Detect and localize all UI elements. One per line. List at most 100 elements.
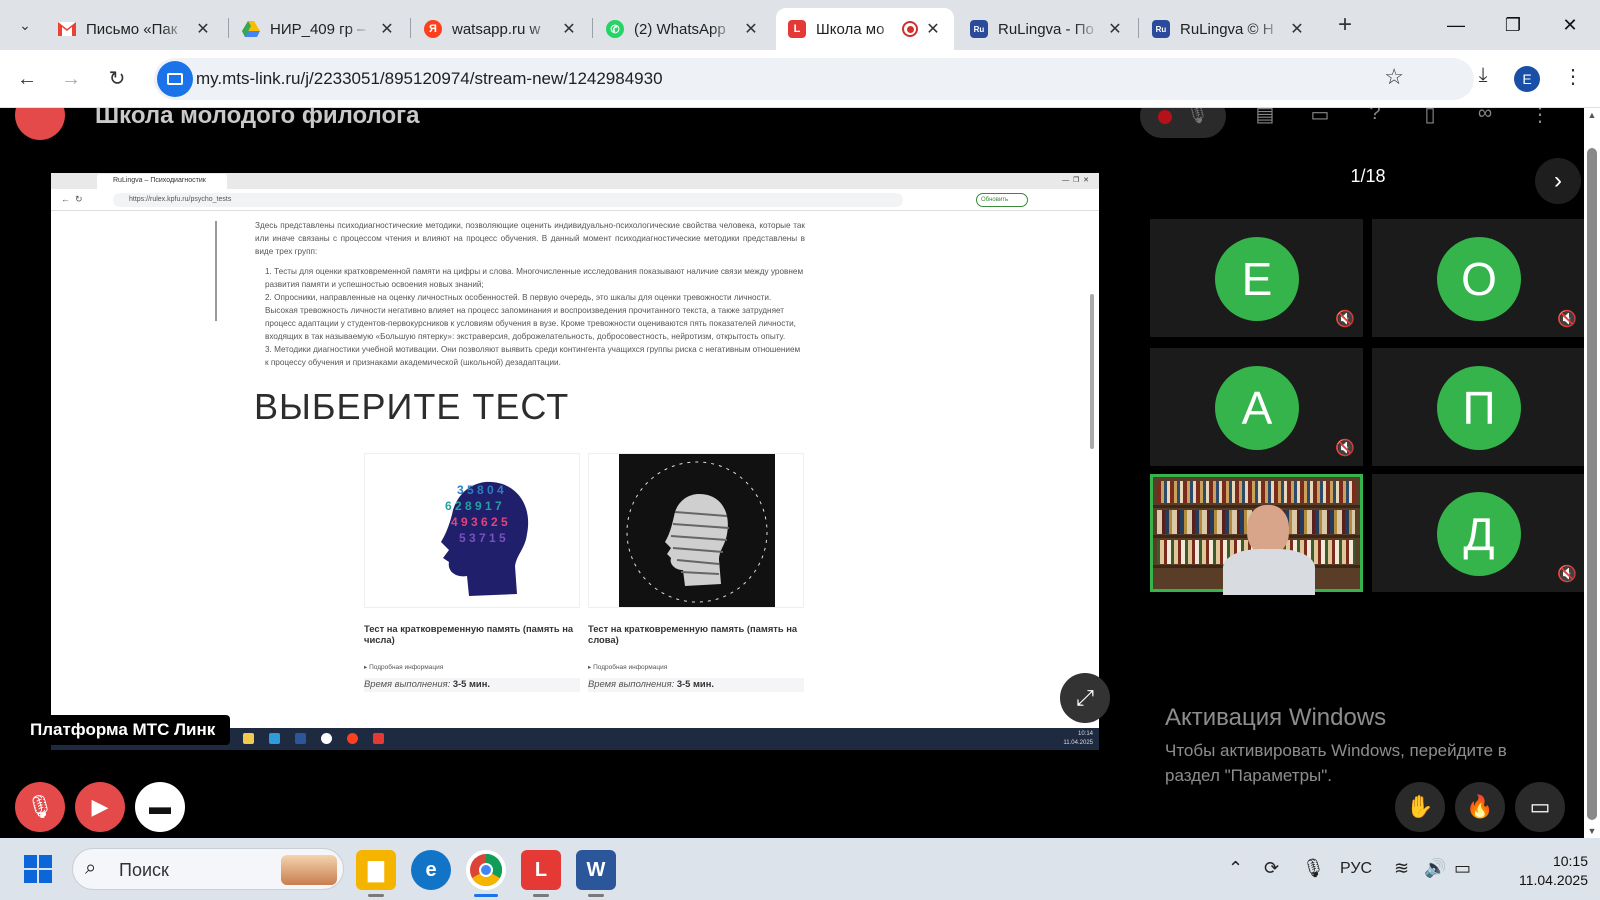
questions-icon[interactable]: ? [1360,108,1390,132]
bookmark-star-icon[interactable]: ☆ [1384,64,1404,90]
test-card-words: Тест на кратковременную память (память н… [588,453,804,703]
volume-icon[interactable]: 🔊 [1424,858,1446,879]
raise-hand-button[interactable]: ✋ [1395,782,1445,832]
hangup-button[interactable] [15,108,65,140]
tab-mail[interactable]: Письмо «Пак ✕ [46,8,224,50]
participant-tile[interactable]: О 🔇 [1372,219,1584,337]
shared-address-bar: ← ↻ https://rulex.kpfu.ru/psycho_tests О… [51,189,1099,211]
close-window-button[interactable]: ✕ [1550,8,1590,42]
microphone-icon[interactable]: 🎙 [1302,858,1325,879]
camera-toggle-button[interactable]: ▶ [75,782,125,832]
mic-muted-icon: 🔇 [1557,566,1577,583]
tab-title: НИР_409 гр – [270,20,366,38]
taskbar-search[interactable]: ⌕ Поиск [72,848,344,890]
screen-share-button[interactable]: ▬ [135,782,185,832]
reload-button[interactable]: ↻ [102,64,132,94]
speaker-video-tile[interactable] [1150,474,1363,595]
card-caption: Тест на кратковременную память (память н… [364,623,574,645]
reactions-button[interactable]: 🔥 [1455,782,1505,832]
tab-whatsapp[interactable]: ✆ (2) WhatsApp ✕ [594,8,772,50]
more-vertical-icon[interactable]: ⋮ [1525,108,1555,132]
close-tab-icon[interactable]: ✕ [560,19,578,39]
agenda-icon[interactable]: ▤ [1250,108,1280,132]
restore-button[interactable]: ❐ [1493,8,1533,42]
mts-link-app-icon[interactable]: L [521,850,561,890]
chat-icon[interactable]: ▭ [1305,108,1335,132]
fullscreen-expand-button[interactable]: ⤢ [1060,673,1110,723]
tab-search-chevron-icon[interactable]: ⌄ [10,10,40,40]
participant-tile[interactable]: Д 🔇 [1372,474,1584,592]
new-tab-button[interactable]: + [1330,10,1360,40]
tab-mts-link[interactable]: L Школа мо ✕ [776,8,954,50]
windows-activation-watermark: Активация Windows Чтобы активировать Win… [1165,704,1565,788]
list-item: 3. Методики диагностики учебной мотиваци… [265,345,801,367]
tray-chevron-icon[interactable]: ⌃ [1228,858,1243,879]
page-scrollbar[interactable]: ▲ ▼ [1584,108,1600,838]
close-tab-icon[interactable]: ✕ [1288,19,1306,39]
tab-drive[interactable]: НИР_409 гр – ✕ [230,8,408,50]
back-button[interactable]: ← [12,64,42,94]
shared-clock-date: 11.04.2025 [1063,740,1093,746]
participant-tile[interactable]: Е 🔇 [1150,219,1363,337]
camera-off-icon: ▶ [91,794,109,819]
forward-button[interactable]: → [56,64,86,94]
close-tab-icon[interactable]: ✕ [1106,19,1124,39]
participant-tile[interactable]: П [1372,348,1584,466]
url-text: my.mts-link.ru/j/2233051/895120974/strea… [196,69,663,88]
wifi-icon[interactable]: ≋ [1394,858,1409,879]
record-dot-icon [1158,110,1172,124]
recording-status-pill[interactable]: 🎙 [1140,108,1226,138]
platform-tag: Платформа МТС Линк [15,715,231,745]
layout-button[interactable]: ▭ [1515,782,1565,832]
minimize-button[interactable]: — [1436,8,1476,42]
edge-icon[interactable]: e [411,850,451,890]
participant-avatar: А [1215,366,1299,450]
shared-clock-time: 10:14 [1077,731,1093,737]
profile-avatar[interactable]: E [1514,66,1540,92]
head-letters-image [588,453,804,608]
language-indicator[interactable]: РУС [1340,860,1372,878]
link-icon[interactable]: ∞ [1470,108,1500,132]
mic-muted-icon: 🔇 [1335,311,1355,328]
menu-kebab-icon[interactable]: ⋮ [1558,64,1588,89]
close-tab-icon[interactable]: ✕ [924,19,942,39]
close-tab-icon[interactable]: ✕ [742,19,760,39]
tab-rulingva-2[interactable]: Ru RuLingva © Н ✕ [1140,8,1318,50]
close-tab-icon[interactable]: ✕ [194,19,212,39]
shared-browser-window: RuLingva – Психодиагностик — ❐ ✕ ← ↻ htt… [51,173,1099,728]
layout-icon: ▭ [1529,794,1551,819]
address-bar[interactable]: my.mts-link.ru/j/2233051/895120974/strea… [154,58,1474,100]
scrollbar-thumb[interactable] [1587,148,1597,820]
start-button[interactable] [24,855,52,883]
rulingva-icon: Ru [970,20,988,38]
tab-rulingva-1[interactable]: Ru RuLingva - По ✕ [958,8,1136,50]
pager-next-button[interactable]: › [1535,158,1581,204]
battery-icon[interactable]: ▭ [1454,858,1471,879]
conference-app: Школа молодого филолога 🎙 ▤ ▭ ? ▯ ∞ ⋮ Ru… [0,108,1584,838]
sync-icon[interactable]: ⟳ [1264,858,1279,879]
list-item: 2. Опросники, направленные на оценку лич… [265,293,796,341]
file-explorer-icon[interactable]: ▇ [356,850,396,890]
duration-label: Время выполнения: [364,678,451,689]
recording-indicator-icon [902,21,918,37]
shared-scrollbar [1090,294,1094,449]
download-icon[interactable]: ⤓ [1468,64,1498,87]
more-info-link: ▸ Подробная информация [364,664,444,671]
close-tab-icon[interactable]: ✕ [378,19,396,39]
participant-tile[interactable]: А 🔇 [1150,348,1363,466]
taskbar-clock[interactable]: 10:15 11.04.2025 [1478,852,1588,890]
files-icon[interactable]: ▯ [1415,108,1445,132]
mic-muted-icon: 🔇 [1335,440,1355,457]
word-icon[interactable]: W [576,850,616,890]
windows-taskbar: ⌕ Поиск ▇ e L W ⌃ ⟳ 🎙 РУС ≋ 🔊 ▭ 10:15 11… [0,838,1600,900]
yandex-icon: Я [424,20,442,38]
mic-toggle-button[interactable]: 🎙 [15,782,65,832]
tab-yandex[interactable]: Я watsapp.ru w ✕ [412,8,590,50]
chrome-icon[interactable] [466,850,506,890]
shared-screen: RuLingva – Психодиагностик — ❐ ✕ ← ↻ htt… [15,171,1135,763]
card-caption: Тест на кратковременную память (память н… [588,623,798,645]
browser-toolbar: ← → ↻ my.mts-link.ru/j/2233051/895120974… [0,50,1600,108]
duration-label: Время выполнения: [588,678,675,689]
site-info-icon[interactable] [157,61,193,97]
activation-title: Активация Windows [1165,704,1387,731]
